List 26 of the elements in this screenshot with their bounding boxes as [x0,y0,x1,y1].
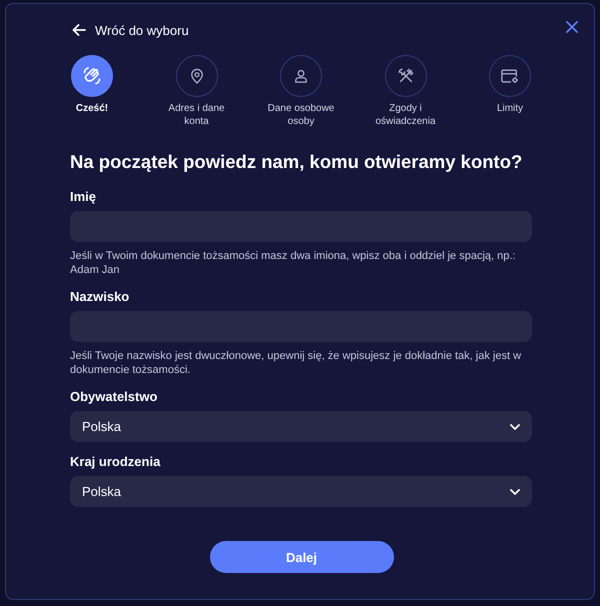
form-title: Na początek powiedz nam, komu otwieramy konto? [70,150,524,174]
close-button[interactable] [566,21,578,33]
field-label: Imię [70,189,96,205]
location-pin-icon [190,68,204,84]
step-tab[interactable]: Limity [460,55,560,128]
tools-icon [398,68,414,84]
field-hint: Jeśli w Twoim dokumencie tożsamości masz dwa imiona, wpisz oba i oddziel je spacją, np.: Adam Jan [70,249,516,277]
arrow-left-icon [72,24,86,36]
step-tab[interactable]: Dane osobowe osoby [251,55,351,128]
close-icon [566,21,578,33]
card-gear-icon [501,68,519,84]
field-hint: Jeśli Twoje nazwisko jest dwuczłonowe, upewnij się, że wpisujesz je dokładnie tak, jak jest w dokumencie tożsamości. [70,349,522,377]
step-tab[interactable]: Zgody i oświadczenia [356,55,456,128]
select-field[interactable]: Polska [70,411,532,442]
field-label: Nazwisko [70,289,130,305]
chevron-down-icon [510,424,520,430]
step-tab[interactable]: Cześć! [42,55,142,128]
step-tab[interactable]: Adres i dane konta [146,55,246,128]
field-label: Obywatelstwo [70,389,158,405]
hand-icon [82,66,102,86]
field-label: Kraj urodzenia [70,454,160,470]
select-field[interactable]: Polska [70,476,532,507]
chevron-down-icon [510,488,520,494]
back-link[interactable]: Wróć do wyboru [70,22,189,38]
person-icon [294,69,308,83]
next-button[interactable]: Dalej [210,541,394,573]
